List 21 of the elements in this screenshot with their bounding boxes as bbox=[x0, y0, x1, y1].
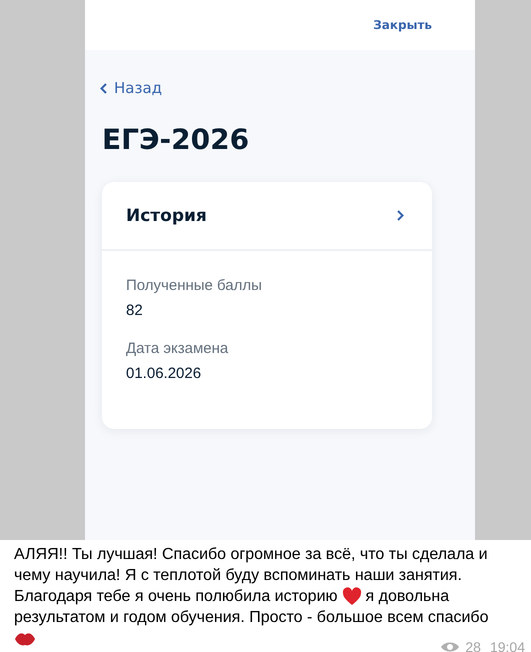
subject-row[interactable]: История bbox=[102, 182, 432, 251]
message-text: чему научила! Я с теплотой буду вспоминать наши занятия. bbox=[14, 566, 462, 586]
page-title: ЕГЭ-2026 bbox=[102, 123, 250, 156]
lips-icon bbox=[14, 630, 36, 646]
heart-icon bbox=[342, 587, 362, 606]
message-text: результатом и годом обучения. Просто - большое всем спасибо bbox=[14, 608, 488, 628]
field-label: Дата экзамена bbox=[126, 340, 228, 357]
field-label: Полученные баллы bbox=[126, 277, 262, 294]
subject-name: История bbox=[126, 206, 207, 226]
message-text: я довольна bbox=[366, 587, 450, 607]
view-count: 28 bbox=[465, 639, 481, 652]
message-time: 19:04 bbox=[490, 639, 525, 652]
back-link[interactable]: Назад bbox=[100, 79, 162, 97]
eye-icon bbox=[440, 641, 460, 652]
back-chevron-icon bbox=[100, 82, 107, 94]
message-text: Благодаря тебе я очень полюбила историю bbox=[14, 587, 338, 607]
message-text: АЛЯЯ!! Ты лучшая! Спасибо огромное за всё, что ты сделала и bbox=[14, 545, 488, 565]
chevron-right-icon bbox=[397, 210, 404, 221]
close-link[interactable]: Закрыть bbox=[373, 18, 432, 32]
field-value: 01.06.2026 bbox=[126, 365, 202, 382]
field-value: 82 bbox=[126, 302, 143, 319]
